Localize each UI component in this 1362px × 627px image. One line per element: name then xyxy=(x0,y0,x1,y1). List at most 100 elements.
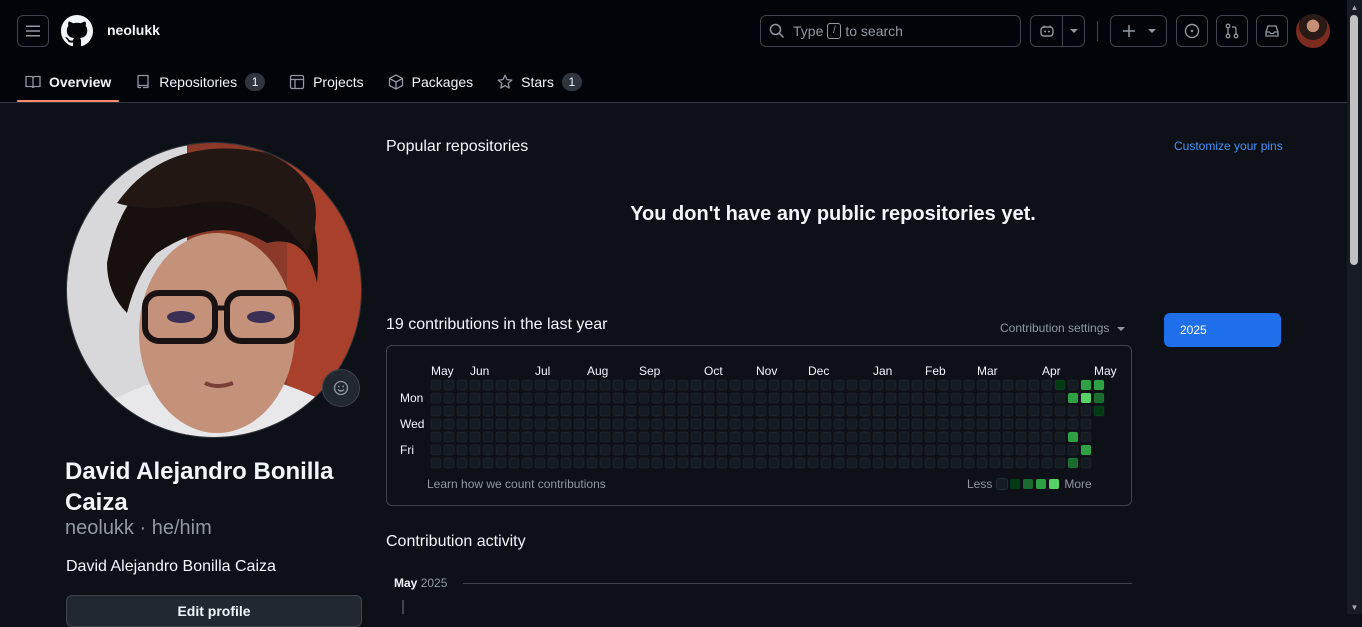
contribution-day-cell[interactable] xyxy=(508,392,520,404)
contribution-day-cell[interactable] xyxy=(612,379,624,391)
tab-repositories[interactable]: Repositories 1 xyxy=(127,63,273,101)
contribution-day-cell[interactable] xyxy=(820,431,832,443)
contribution-day-cell[interactable] xyxy=(521,418,533,430)
contribution-day-cell[interactable] xyxy=(599,392,611,404)
contribution-day-cell[interactable] xyxy=(456,457,468,469)
contribution-day-cell[interactable] xyxy=(599,444,611,456)
contribution-day-cell[interactable] xyxy=(950,444,962,456)
contribution-day-cell[interactable] xyxy=(1080,392,1092,404)
contribution-day-cell[interactable] xyxy=(625,457,637,469)
scroll-down-arrow-icon[interactable]: ▼ xyxy=(1350,603,1359,612)
contribution-day-cell[interactable] xyxy=(716,379,728,391)
contribution-day-cell[interactable] xyxy=(768,418,780,430)
contribution-day-cell[interactable] xyxy=(495,431,507,443)
contribution-day-cell[interactable] xyxy=(664,457,676,469)
contribution-day-cell[interactable] xyxy=(703,405,715,417)
contribution-day-cell[interactable] xyxy=(781,444,793,456)
contribution-day-cell[interactable] xyxy=(573,457,585,469)
contribution-day-cell[interactable] xyxy=(729,392,741,404)
contribution-day-cell[interactable] xyxy=(911,379,923,391)
contribution-day-cell[interactable] xyxy=(781,418,793,430)
contribution-day-cell[interactable] xyxy=(677,418,689,430)
contribution-day-cell[interactable] xyxy=(599,431,611,443)
contribution-day-cell[interactable] xyxy=(456,444,468,456)
contribution-day-cell[interactable] xyxy=(651,392,663,404)
contribution-day-cell[interactable] xyxy=(963,431,975,443)
contribution-day-cell[interactable] xyxy=(534,405,546,417)
contribution-day-cell[interactable] xyxy=(443,457,455,469)
contribution-day-cell[interactable] xyxy=(430,444,442,456)
contribution-day-cell[interactable] xyxy=(443,405,455,417)
header-username[interactable]: neolukk xyxy=(107,22,160,38)
contribution-day-cell[interactable] xyxy=(586,405,598,417)
contribution-day-cell[interactable] xyxy=(1028,405,1040,417)
contribution-day-cell[interactable] xyxy=(638,431,650,443)
contribution-day-cell[interactable] xyxy=(963,457,975,469)
contribution-day-cell[interactable] xyxy=(1093,392,1105,404)
contribution-day-cell[interactable] xyxy=(1093,379,1105,391)
contribution-day-cell[interactable] xyxy=(573,405,585,417)
issues-button[interactable] xyxy=(1176,15,1208,47)
contribution-day-cell[interactable] xyxy=(885,444,897,456)
contribution-day-cell[interactable] xyxy=(1054,444,1066,456)
contribution-day-cell[interactable] xyxy=(443,392,455,404)
contribution-day-cell[interactable] xyxy=(495,405,507,417)
contribution-day-cell[interactable] xyxy=(547,418,559,430)
github-logo-icon[interactable] xyxy=(61,15,93,47)
contribution-day-cell[interactable] xyxy=(794,379,806,391)
contribution-day-cell[interactable] xyxy=(534,418,546,430)
scrollbar-thumb[interactable] xyxy=(1350,15,1358,265)
contribution-day-cell[interactable] xyxy=(703,457,715,469)
contribution-day-cell[interactable] xyxy=(664,418,676,430)
contribution-day-cell[interactable] xyxy=(1080,405,1092,417)
contribution-day-cell[interactable] xyxy=(924,405,936,417)
contribution-day-cell[interactable] xyxy=(820,379,832,391)
contribution-day-cell[interactable] xyxy=(612,457,624,469)
contribution-day-cell[interactable] xyxy=(586,444,598,456)
contribution-day-cell[interactable] xyxy=(885,379,897,391)
contribution-day-cell[interactable] xyxy=(755,457,767,469)
contribution-day-cell[interactable] xyxy=(1002,444,1014,456)
contribution-day-cell[interactable] xyxy=(963,418,975,430)
contribution-day-cell[interactable] xyxy=(690,457,702,469)
contribution-day-cell[interactable] xyxy=(963,405,975,417)
contribution-day-cell[interactable] xyxy=(638,457,650,469)
contribution-day-cell[interactable] xyxy=(1041,457,1053,469)
contribution-day-cell[interactable] xyxy=(1054,457,1066,469)
contribution-day-cell[interactable] xyxy=(859,379,871,391)
contribution-day-cell[interactable] xyxy=(768,431,780,443)
contribution-day-cell[interactable] xyxy=(924,431,936,443)
contribution-day-cell[interactable] xyxy=(976,405,988,417)
contribution-day-cell[interactable] xyxy=(781,405,793,417)
contribution-day-cell[interactable] xyxy=(560,379,572,391)
contribution-day-cell[interactable] xyxy=(963,444,975,456)
contribution-day-cell[interactable] xyxy=(729,444,741,456)
contribution-day-cell[interactable] xyxy=(1015,379,1027,391)
contribution-day-cell[interactable] xyxy=(456,379,468,391)
contribution-day-cell[interactable] xyxy=(469,405,481,417)
contribution-day-cell[interactable] xyxy=(547,457,559,469)
contribution-day-cell[interactable] xyxy=(495,457,507,469)
contribution-day-cell[interactable] xyxy=(846,392,858,404)
contribution-day-cell[interactable] xyxy=(612,418,624,430)
contribution-day-cell[interactable] xyxy=(651,379,663,391)
contribution-day-cell[interactable] xyxy=(690,431,702,443)
contribution-day-cell[interactable] xyxy=(846,418,858,430)
contribution-day-cell[interactable] xyxy=(612,444,624,456)
contribution-day-cell[interactable] xyxy=(482,379,494,391)
contribution-day-cell[interactable] xyxy=(651,418,663,430)
contribution-day-cell[interactable] xyxy=(625,405,637,417)
contribution-day-cell[interactable] xyxy=(1028,444,1040,456)
contribution-day-cell[interactable] xyxy=(1015,457,1027,469)
contribution-day-cell[interactable] xyxy=(768,379,780,391)
contribution-day-cell[interactable] xyxy=(950,457,962,469)
contribution-day-cell[interactable] xyxy=(742,457,754,469)
contribution-day-cell[interactable] xyxy=(560,444,572,456)
contribution-day-cell[interactable] xyxy=(703,392,715,404)
contribution-day-cell[interactable] xyxy=(729,457,741,469)
contribution-day-cell[interactable] xyxy=(469,457,481,469)
contribution-day-cell[interactable] xyxy=(1041,418,1053,430)
contribution-day-cell[interactable] xyxy=(911,405,923,417)
search-input[interactable]: Type / to search xyxy=(760,15,1021,47)
contribution-day-cell[interactable] xyxy=(794,444,806,456)
